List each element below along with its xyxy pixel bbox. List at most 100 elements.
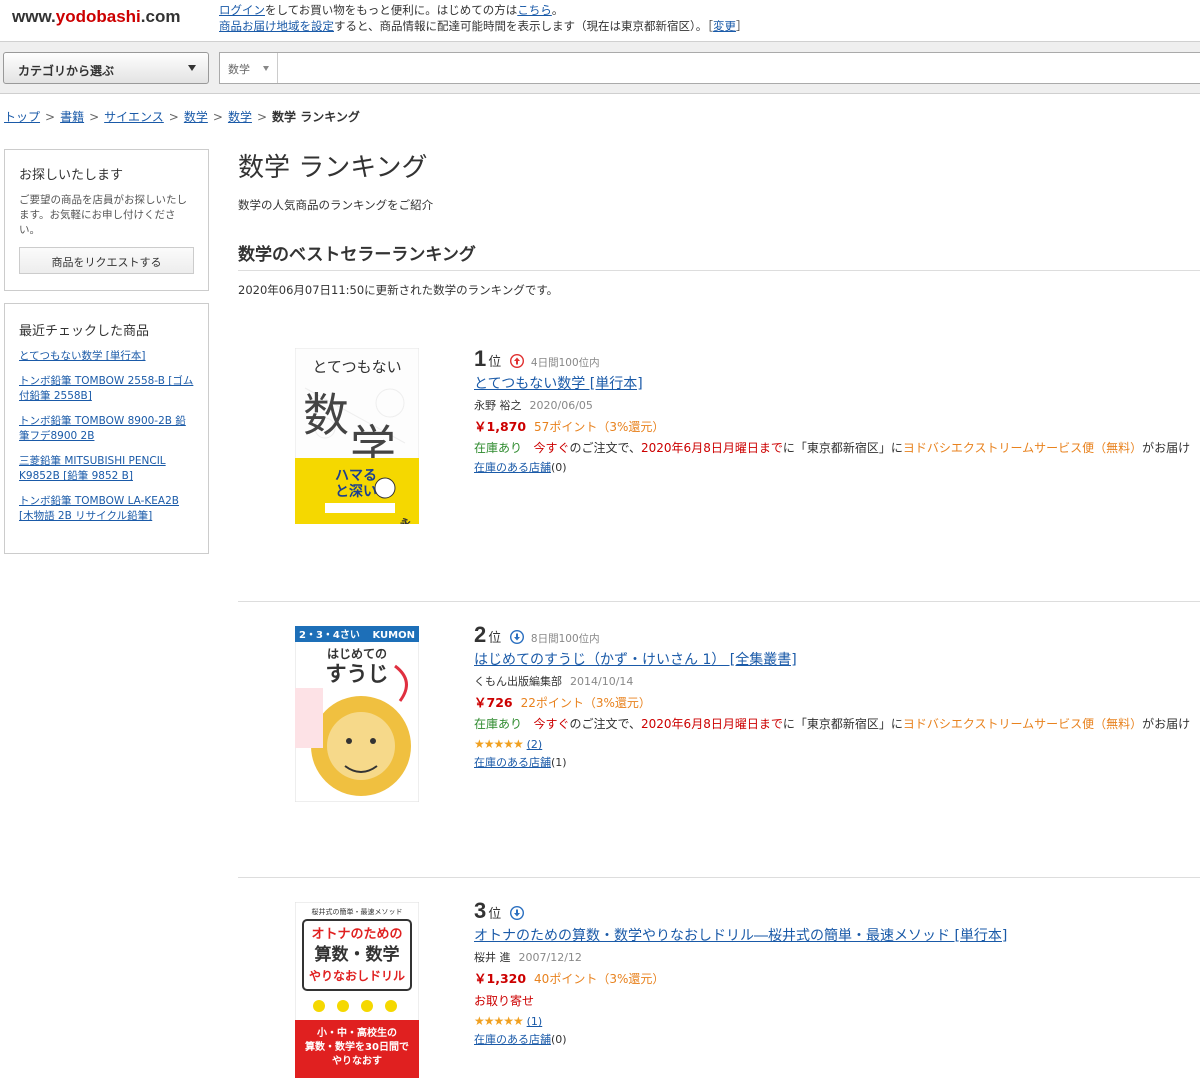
recent-item-link[interactable]: 三菱鉛筆 MITSUBISHI PENCIL K9852B [鉛筆 9852 B… [19, 455, 166, 482]
stock-delivery-line: 在庫あり 今すぐのご注文で、2020年6月8日月曜日までに「東京都新宿区」にヨド… [474, 441, 1191, 455]
ranking-item: 2・3・4さい KUMON はじめての すうじ 2位 8日間100位内 はじめて… [238, 622, 1200, 803]
product-title-link[interactable]: とてつもない数学 [単行本] [474, 374, 1200, 394]
search-box: 数学 [219, 52, 1200, 84]
breadcrumb-books[interactable]: 書籍 [60, 110, 84, 124]
product-title-link[interactable]: はじめてのすうじ（かず・けいさん 1） [全集叢書] [474, 650, 1200, 670]
site-logo[interactable]: www.yodobashi.com [12, 7, 180, 27]
store-stock-line: 在庫のある店舗(0) [474, 1033, 567, 1046]
svg-text:算数・数学: 算数・数学 [314, 944, 400, 965]
price: ￥1,870 [474, 419, 527, 434]
stock-status: 在庫あり [474, 441, 523, 455]
breadcrumb-science[interactable]: サイエンス [104, 110, 164, 124]
svg-text:KUMON: KUMON [372, 630, 415, 641]
store-stock-link[interactable]: 在庫のある店舗 [474, 756, 551, 769]
rating-stars: ★★★★★ (1) [474, 1014, 1200, 1028]
points: 40ポイント（3%還元） [534, 972, 665, 986]
author-line: くもん出版編集部 2014/10/14 [474, 675, 1200, 689]
divider [238, 601, 1200, 602]
first-time-link[interactable]: こちら [517, 3, 552, 17]
star-icon: ★★★★★ [474, 1014, 524, 1028]
price-line: ￥1,870 57ポイント（3%還元） [474, 419, 1200, 435]
svg-text:桜井式の簡単・最速メソッド: 桜井式の簡単・最速メソッド [312, 907, 403, 916]
list-item: トンボ鉛筆 TOMBOW LA-KEA2B [木物語 2B リサイクル鉛筆] [19, 494, 194, 524]
ranking-item: とてつもない 数 学 ハマる と深い 永野裕之 1位 4日間100位内 とてつも… [238, 346, 1200, 563]
breadcrumb-top[interactable]: トップ [4, 110, 40, 124]
store-stock-line: 在庫のある店舗(0) [474, 461, 567, 474]
product-title-link[interactable]: オトナのための算数・数学やりなおしドリル―桜井式の簡単・最速メソッド [単行本] [474, 926, 1200, 946]
request-box: お探しいたします ご要望の商品を店員がお探しいたします。お気軽にお申し付けくださ… [4, 149, 209, 291]
list-item: 三菱鉛筆 MITSUBISHI PENCIL K9852B [鉛筆 9852 B… [19, 454, 194, 484]
store-stock-link[interactable]: 在庫のある店舗 [474, 1033, 551, 1046]
book-cover-image: とてつもない 数 学 ハマる と深い 永野裕之 [294, 347, 420, 563]
header-message: ログインをしてお買い物をもっと便利に。はじめての方はこちら。 商品お届け地域を設… [219, 3, 748, 33]
request-title: お探しいたします [19, 168, 124, 183]
recently-viewed-box: 最近チェックした商品 とてつもない数学 [単行本] トンボ鉛筆 TOMBOW 2… [4, 303, 209, 554]
caret-down-icon [263, 66, 269, 71]
svg-text:ハマる: ハマる [335, 468, 377, 484]
svg-text:と深い: と深い [335, 483, 377, 500]
request-text: ご要望の商品を店員がお探しいたします。お気軽にお申し付けください。 [19, 194, 187, 236]
login-link[interactable]: ログイン [219, 3, 265, 17]
page-description: 数学の人気商品のランキングをご紹介 [238, 198, 434, 212]
svg-text:2・3・4さい: 2・3・4さい [299, 629, 360, 641]
points: 22ポイント（3%還元） [520, 696, 651, 710]
divider [238, 877, 1200, 878]
rating-stars: ★★★★★ (2) [474, 737, 1200, 751]
request-product-button[interactable]: 商品をリクエストする [19, 247, 194, 274]
rank-note: 4日間100位内 [530, 357, 600, 369]
rank-line: 2位 8日間100位内 [474, 622, 600, 647]
recent-item-link[interactable]: トンボ鉛筆 TOMBOW LA-KEA2B [木物語 2B リサイクル鉛筆] [19, 495, 179, 522]
recently-viewed-list: とてつもない数学 [単行本] トンボ鉛筆 TOMBOW 2558-B [ゴム付鉛… [19, 349, 194, 524]
section-title: 数学のベストセラーランキング [238, 240, 1200, 271]
rank-line: 1位 4日間100位内 [474, 346, 600, 371]
recent-item-link[interactable]: トンボ鉛筆 TOMBOW 2558-B [ゴム付鉛筆 2558B] [19, 375, 193, 402]
rank-number: 3 [474, 898, 487, 923]
release-date: 2007/12/12 [518, 951, 582, 964]
price-line: ￥1,320 40ポイント（3%還元） [474, 971, 1200, 987]
svg-text:オトナのための: オトナのための [311, 927, 402, 942]
svg-text:すうじ: すうじ [326, 662, 389, 686]
author: 桜井 進 [474, 951, 511, 964]
author: くもん出版編集部 [474, 675, 562, 688]
ranking-item: 桜井式の簡単・最速メソッド オトナのための 算数・数学 やりなおしドリル 小・中… [238, 898, 1200, 1079]
arrow-up-icon [510, 354, 525, 368]
book-cover-2[interactable]: 2・3・4さい KUMON はじめての すうじ [294, 625, 420, 803]
list-item: とてつもない数学 [単行本] [19, 349, 194, 364]
store-stock-link[interactable]: 在庫のある店舗 [474, 461, 551, 474]
release-date: 2020/06/05 [529, 399, 593, 412]
search-bar: カテゴリから選ぶ 数学 [0, 42, 1200, 94]
ranking-info: 2位 8日間100位内 はじめてのすうじ（かず・けいさん 1） [全集叢書] く… [474, 622, 1200, 770]
updated-text: 2020年06月07日11:50に更新された数学のランキングです。 [238, 283, 559, 297]
breadcrumb-math-sub[interactable]: 数学 [228, 110, 252, 124]
order-status: お取り寄せ [474, 994, 535, 1008]
book-cover-image: 桜井式の簡単・最速メソッド オトナのための 算数・数学 やりなおしドリル 小・中… [294, 901, 420, 1079]
book-cover-1[interactable]: とてつもない 数 学 ハマる と深い 永野裕之 [294, 347, 420, 563]
svg-text:永野裕之: 永野裕之 [399, 517, 413, 524]
review-count-link[interactable]: (1) [527, 1015, 543, 1028]
svg-text:数: 数 [303, 388, 349, 442]
breadcrumb-current: 数学 ランキング [272, 110, 360, 124]
price: ￥1,320 [474, 971, 527, 986]
svg-text:小・中・高校生の: 小・中・高校生の [316, 1026, 397, 1039]
search-scope-select[interactable]: 数学 [220, 53, 278, 83]
stock-status: 在庫あり [474, 717, 523, 731]
stock-delivery-line: 在庫あり 今すぐのご注文で、2020年6月8日月曜日までに「東京都新宿区」にヨド… [474, 717, 1191, 731]
recent-item-link[interactable]: とてつもない数学 [単行本] [19, 350, 146, 362]
recent-item-link[interactable]: トンボ鉛筆 TOMBOW 8900-2B 鉛筆フデ8900 2B [19, 415, 186, 442]
breadcrumb: トップ > 書籍 > サイエンス > 数学 > 数学 > 数学 ランキング [4, 110, 360, 124]
star-icon: ★★★★★ [474, 737, 524, 751]
change-area-link[interactable]: 変更 [713, 19, 736, 33]
search-input[interactable] [280, 55, 1200, 81]
arrow-down-icon [510, 906, 525, 920]
ranking-info: 3位 オトナのための算数・数学やりなおしドリル―桜井式の簡単・最速メソッド [単… [474, 898, 1200, 1047]
delivery-area-link[interactable]: 商品お届け地域を設定 [219, 19, 334, 33]
list-item: トンボ鉛筆 TOMBOW 8900-2B 鉛筆フデ8900 2B [19, 414, 194, 444]
author-line: 永野 裕之 2020/06/05 [474, 399, 1200, 413]
points: 57ポイント（3%還元） [534, 420, 665, 434]
ranking-info: 1位 4日間100位内 とてつもない数学 [単行本] 永野 裕之 2020/06/… [474, 346, 1200, 475]
breadcrumb-math[interactable]: 数学 [184, 110, 208, 124]
price: ￥726 [474, 695, 513, 710]
book-cover-3[interactable]: 桜井式の簡単・最速メソッド オトナのための 算数・数学 やりなおしドリル 小・中… [294, 901, 420, 1079]
review-count-link[interactable]: (2) [527, 738, 543, 751]
category-select[interactable]: カテゴリから選ぶ [3, 52, 209, 84]
